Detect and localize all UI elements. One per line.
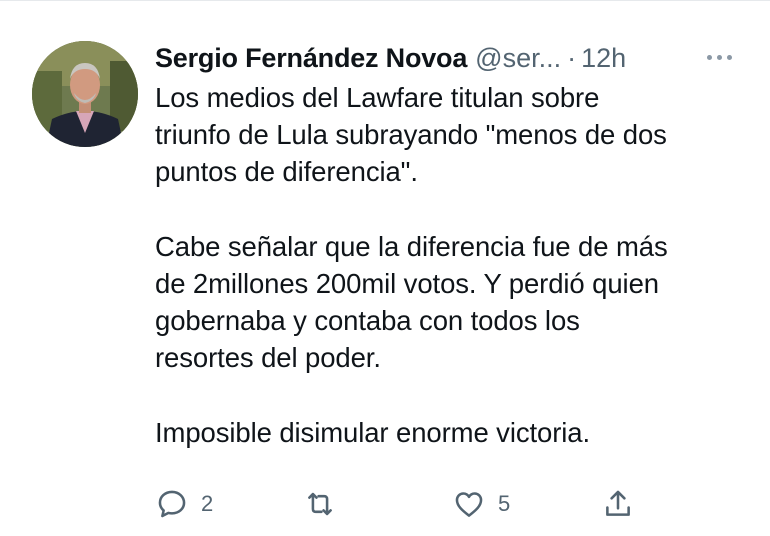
more-options-button[interactable] [703, 44, 735, 70]
share-button[interactable] [601, 484, 635, 524]
avatar[interactable] [32, 41, 138, 147]
avatar-photo [32, 41, 138, 147]
reply-count: 2 [201, 491, 214, 516]
like-count: 5 [498, 491, 511, 516]
heart-icon [455, 492, 483, 517]
text-line: Los medios del Lawfare titulan sobre [155, 82, 600, 113]
retweet-arrows-icon [308, 492, 332, 516]
text-line: de 2millones 200mil votos. Y perdió quie… [155, 268, 659, 299]
reply-button[interactable]: 2 [155, 484, 213, 524]
like-button[interactable]: 5 [452, 484, 510, 524]
tweet-card[interactable]: Sergio Fernández Novoa @ser... · 12h Los… [0, 0, 770, 536]
reply-bubble-icon [158, 490, 186, 518]
text-line: puntos de diferencia". [155, 156, 418, 188]
tweet-timestamp[interactable]: 12h [581, 43, 626, 74]
tweet-actions: 2 5 [155, 484, 755, 524]
author-handle[interactable]: @ser... [475, 43, 561, 74]
separator-dot: · [567, 42, 577, 73]
retweet-button[interactable] [303, 484, 349, 524]
text-line: resortes del poder. [155, 342, 381, 374]
text-line: Imposible disimular enorme victoria. [155, 416, 591, 448]
tweet-text: Los medios del Lawfare titulan sobre tri… [155, 79, 755, 451]
text-line: Cabe señalar que la diferencia fue de má… [155, 230, 668, 262]
share-upload-icon [606, 490, 630, 516]
tweet-header: Sergio Fernández Novoa @ser... · 12h [155, 40, 626, 76]
text-line: gobernaba y contaba con todos los [155, 305, 580, 337]
author-name[interactable]: Sergio Fernández Novoa [155, 43, 467, 74]
more-dots-icon [706, 54, 712, 60]
text-line: triunfo de Lula subrayando "menos de dos [155, 119, 667, 151]
